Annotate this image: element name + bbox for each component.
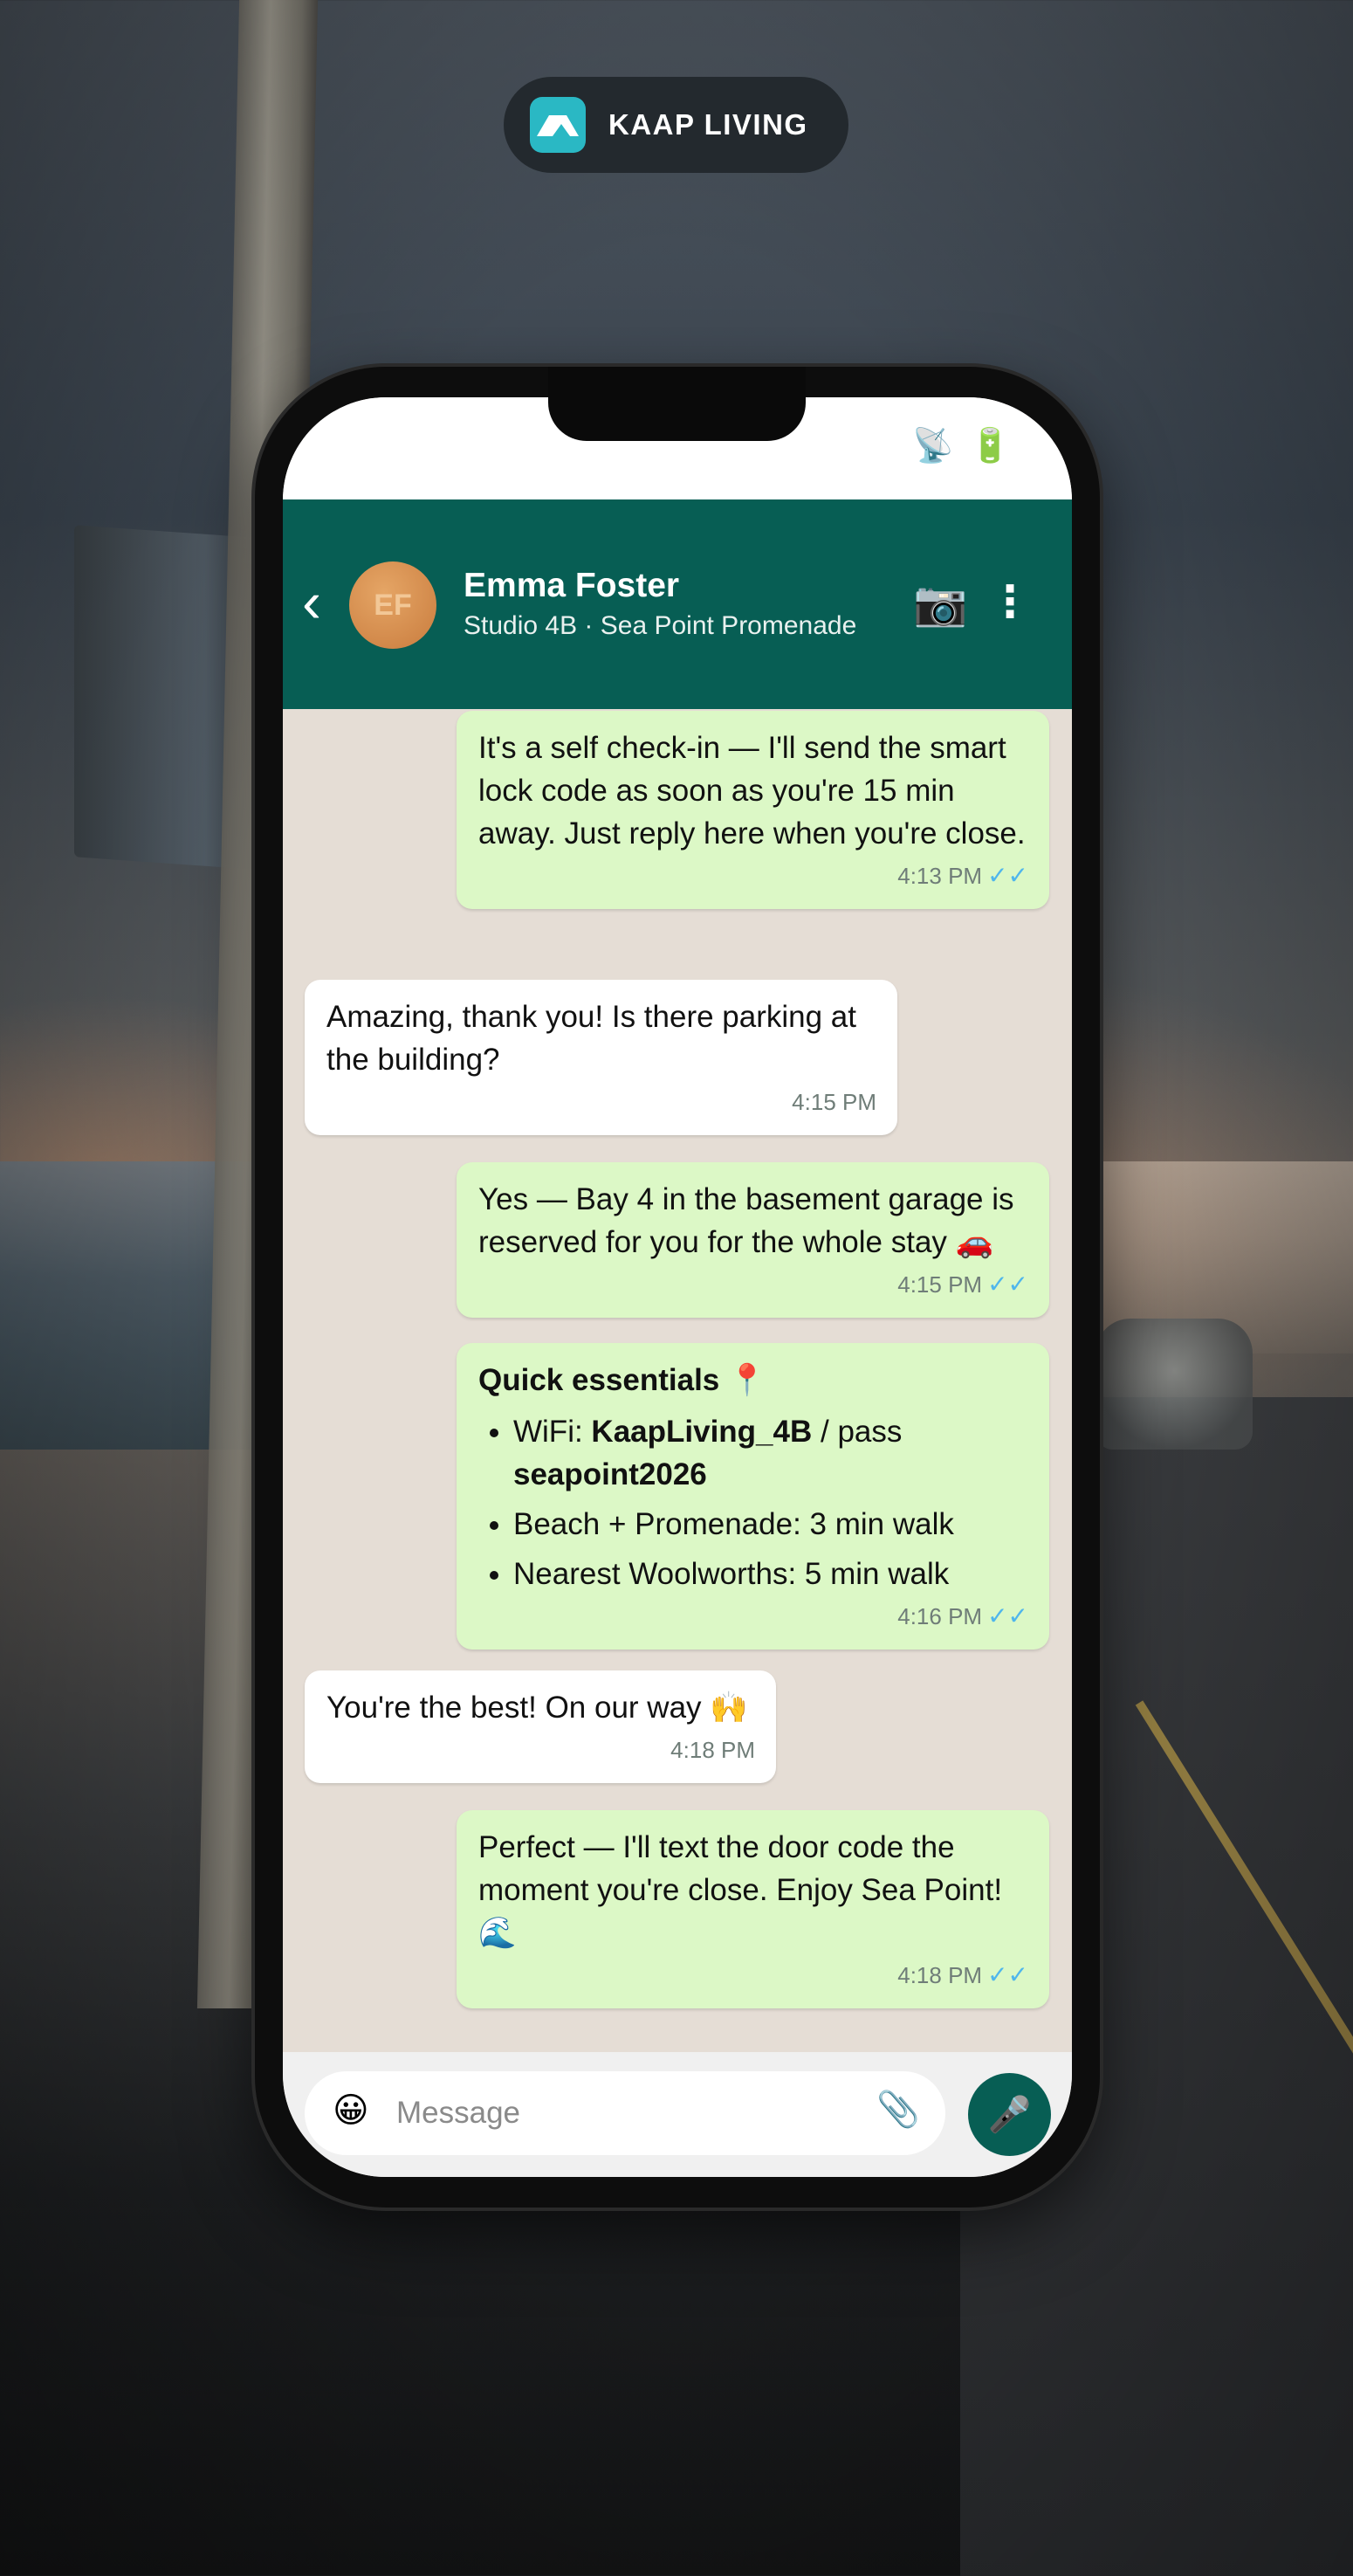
message-bubble-outgoing: Perfect — I'll text the door code the mo…: [457, 1810, 1049, 2008]
camera-icon[interactable]: 📷: [913, 578, 967, 630]
message-bubble-outgoing: It's a self check-in — I'll send the sma…: [457, 711, 1049, 909]
back-button[interactable]: ‹: [302, 573, 321, 630]
message-time: 4:15 PM: [897, 1271, 983, 1298]
wifi-name: KaapLiving_4B: [591, 1415, 813, 1449]
message-time: 4:18 PM: [897, 1962, 983, 1988]
contact-subtitle: Studio 4B · Sea Point Promenade: [464, 611, 857, 640]
message-meta: 4:16 PM ✓✓: [478, 1602, 1028, 1630]
attach-icon[interactable]: 📎: [876, 2089, 920, 2130]
list-item: Nearest Woolworths: 5 min walk: [513, 1553, 1028, 1595]
message-meta: 4:18 PM: [326, 1736, 755, 1764]
read-ticks-icon: ✓✓: [987, 862, 1028, 889]
message-bubble-incoming: You're the best! On our way 🙌 4:18 PM: [305, 1670, 776, 1783]
message-time: 4:13 PM: [897, 863, 983, 889]
message-meta: 4:18 PM ✓✓: [478, 1961, 1028, 1989]
message-text: Amazing, thank you! Is there parking at …: [326, 1000, 856, 1077]
read-ticks-icon: ✓✓: [987, 1602, 1028, 1629]
message-time: 4:18 PM: [670, 1737, 755, 1763]
mic-icon: 🎤: [987, 2096, 1032, 2134]
message-bubble-incoming: Amazing, thank you! Is there parking at …: [305, 980, 897, 1135]
wifi-prefix: WiFi:: [513, 1415, 592, 1449]
contact-name[interactable]: Emma Foster: [464, 567, 679, 605]
list-item: Beach + Promenade: 3 min walk: [513, 1503, 1028, 1546]
message-text: Yes — Bay 4 in the basement garage is re…: [478, 1182, 1014, 1259]
message-meta: 4:15 PM ✓✓: [478, 1271, 1028, 1298]
message-time: 4:15 PM: [792, 1089, 876, 1115]
list-item: WiFi: KaapLiving_4B / pass seapoint2026: [513, 1410, 1028, 1496]
brand-pill: KAAP LIVING: [504, 77, 848, 173]
essentials-list: WiFi: KaapLiving_4B / pass seapoint2026 …: [478, 1410, 1028, 1595]
phone-frame: 📡 🔋 ‹ EF Emma Foster Studio 4B · Sea Poi…: [255, 367, 1100, 2208]
battery-icon: 🔋: [969, 428, 1011, 465]
read-ticks-icon: ✓✓: [987, 1271, 1028, 1298]
read-ticks-icon: ✓✓: [987, 1961, 1028, 1988]
phone-notch: [548, 367, 806, 441]
message-text: You're the best! On our way 🙌: [326, 1691, 748, 1725]
input-bar: 😀 📎 🎤: [283, 2052, 1072, 2177]
message-meta: 4:15 PM: [326, 1088, 876, 1116]
emoji-icon[interactable]: 😀: [333, 2090, 369, 2131]
message-meta: 4:13 PM ✓✓: [478, 862, 1028, 890]
more-vertical-icon[interactable]: ⋮: [988, 576, 1032, 627]
brand-logo-icon: [530, 97, 586, 153]
wifi-mid: / pass: [812, 1415, 903, 1449]
avatar[interactable]: EF: [349, 561, 436, 649]
chat-header: ‹ EF Emma Foster Studio 4B · Sea Point P…: [283, 499, 1072, 709]
message-input[interactable]: [396, 2087, 868, 2139]
message-bubble-outgoing: Quick essentials 📍 WiFi: KaapLiving_4B /…: [457, 1343, 1049, 1650]
brand-name: KAAP LIVING: [608, 108, 808, 141]
message-title: Quick essentials 📍: [478, 1363, 766, 1397]
satellite-icon: 📡: [912, 428, 954, 465]
avatar-initials: EF: [374, 588, 412, 622]
message-text: It's a self check-in — I'll send the sma…: [478, 731, 1026, 851]
message-bubble-outgoing: Yes — Bay 4 in the basement garage is re…: [457, 1162, 1049, 1318]
message-input-pill: 😀 📎: [305, 2071, 945, 2155]
message-time: 4:16 PM: [897, 1603, 983, 1629]
mic-button[interactable]: 🎤: [968, 2073, 1051, 2156]
phone-screen: 📡 🔋 ‹ EF Emma Foster Studio 4B · Sea Poi…: [283, 397, 1072, 2177]
message-text: Perfect — I'll text the door code the mo…: [478, 1830, 1003, 1950]
wifi-pass: seapoint2026: [513, 1457, 707, 1491]
